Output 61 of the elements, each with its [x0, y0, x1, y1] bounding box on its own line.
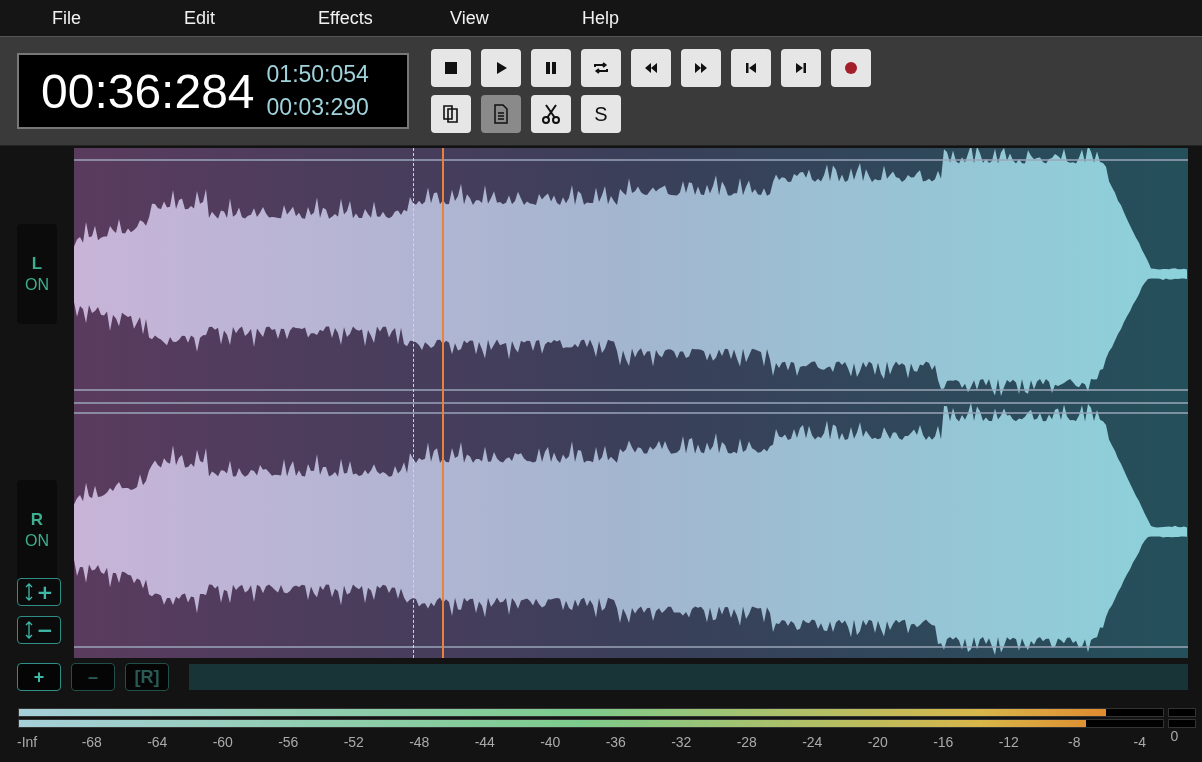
- scale-label: -Inf: [17, 734, 39, 752]
- scale-label: -28: [735, 734, 758, 752]
- scale-label: -16: [932, 734, 955, 752]
- clip-indicator: [1168, 719, 1196, 728]
- selection-time: 00:03:290: [266, 94, 369, 121]
- clip-indicator: [1168, 708, 1196, 717]
- loop-arrows-icon: [593, 60, 609, 76]
- menu-item[interactable]: Help: [582, 7, 714, 29]
- s-button[interactable]: S: [581, 95, 621, 133]
- scale-label: 0: [1169, 728, 1180, 746]
- skip-forward-icon: [793, 60, 809, 76]
- play-button[interactable]: [481, 49, 521, 87]
- copy-button[interactable]: [431, 95, 471, 133]
- double-left-triangle-icon: [643, 60, 659, 76]
- document-icon: [493, 104, 509, 124]
- loop-button[interactable]: [581, 49, 621, 87]
- channel-toggle[interactable]: R ON: [17, 480, 57, 580]
- double-right-triangle-icon: [693, 60, 709, 76]
- cut-button[interactable]: [531, 95, 571, 133]
- stop-button[interactable]: [431, 49, 471, 87]
- vertical-arrows-icon: [24, 621, 33, 639]
- menu-item[interactable]: Effects: [318, 7, 450, 29]
- record-button[interactable]: [831, 49, 871, 87]
- scale-label: -48: [408, 734, 431, 752]
- forward-button[interactable]: [681, 49, 721, 87]
- pause-icon: [543, 60, 559, 76]
- vertical-arrows-icon: [24, 583, 33, 601]
- skip-back-icon: [743, 60, 759, 76]
- scissors-icon: [541, 104, 561, 124]
- current-time: 00:36:284: [41, 63, 255, 119]
- menu-item[interactable]: File: [52, 7, 184, 29]
- scale-label: -44: [473, 734, 496, 752]
- scale-label: -32: [670, 734, 693, 752]
- to-end-button[interactable]: [781, 49, 821, 87]
- zoom-control-button[interactable]: +: [17, 663, 61, 691]
- vertical-zoom-button[interactable]: +: [17, 578, 61, 606]
- rewind-button[interactable]: [631, 49, 671, 87]
- scale-label: -68: [80, 734, 103, 752]
- paste-button[interactable]: [481, 95, 521, 133]
- scale-label: -52: [342, 734, 365, 752]
- scale-label: -56: [277, 734, 300, 752]
- square-icon: [443, 60, 459, 76]
- to-start-button[interactable]: [731, 49, 771, 87]
- scale-label: -40: [539, 734, 562, 752]
- menu-item[interactable]: Edit: [184, 7, 318, 29]
- scale-label: -36: [604, 734, 627, 752]
- total-time: 01:50:054: [266, 61, 369, 88]
- scale-label: -24: [801, 734, 824, 752]
- dot-icon: [843, 60, 859, 76]
- scale-label: -12: [997, 734, 1020, 752]
- scale-label: -20: [866, 734, 889, 752]
- scale-label: -8: [1067, 734, 1082, 752]
- scale-label: -64: [146, 734, 169, 752]
- menu-item[interactable]: View: [450, 7, 582, 29]
- vertical-zoom-button[interactable]: −: [17, 616, 61, 644]
- overview-scrollbar[interactable]: [189, 664, 1188, 690]
- copy-icon: [442, 104, 460, 124]
- pause-button[interactable]: [531, 49, 571, 87]
- channel-toggle[interactable]: L ON: [17, 224, 57, 324]
- scale-label: -4: [1132, 734, 1147, 752]
- scale-label: -60: [211, 734, 234, 752]
